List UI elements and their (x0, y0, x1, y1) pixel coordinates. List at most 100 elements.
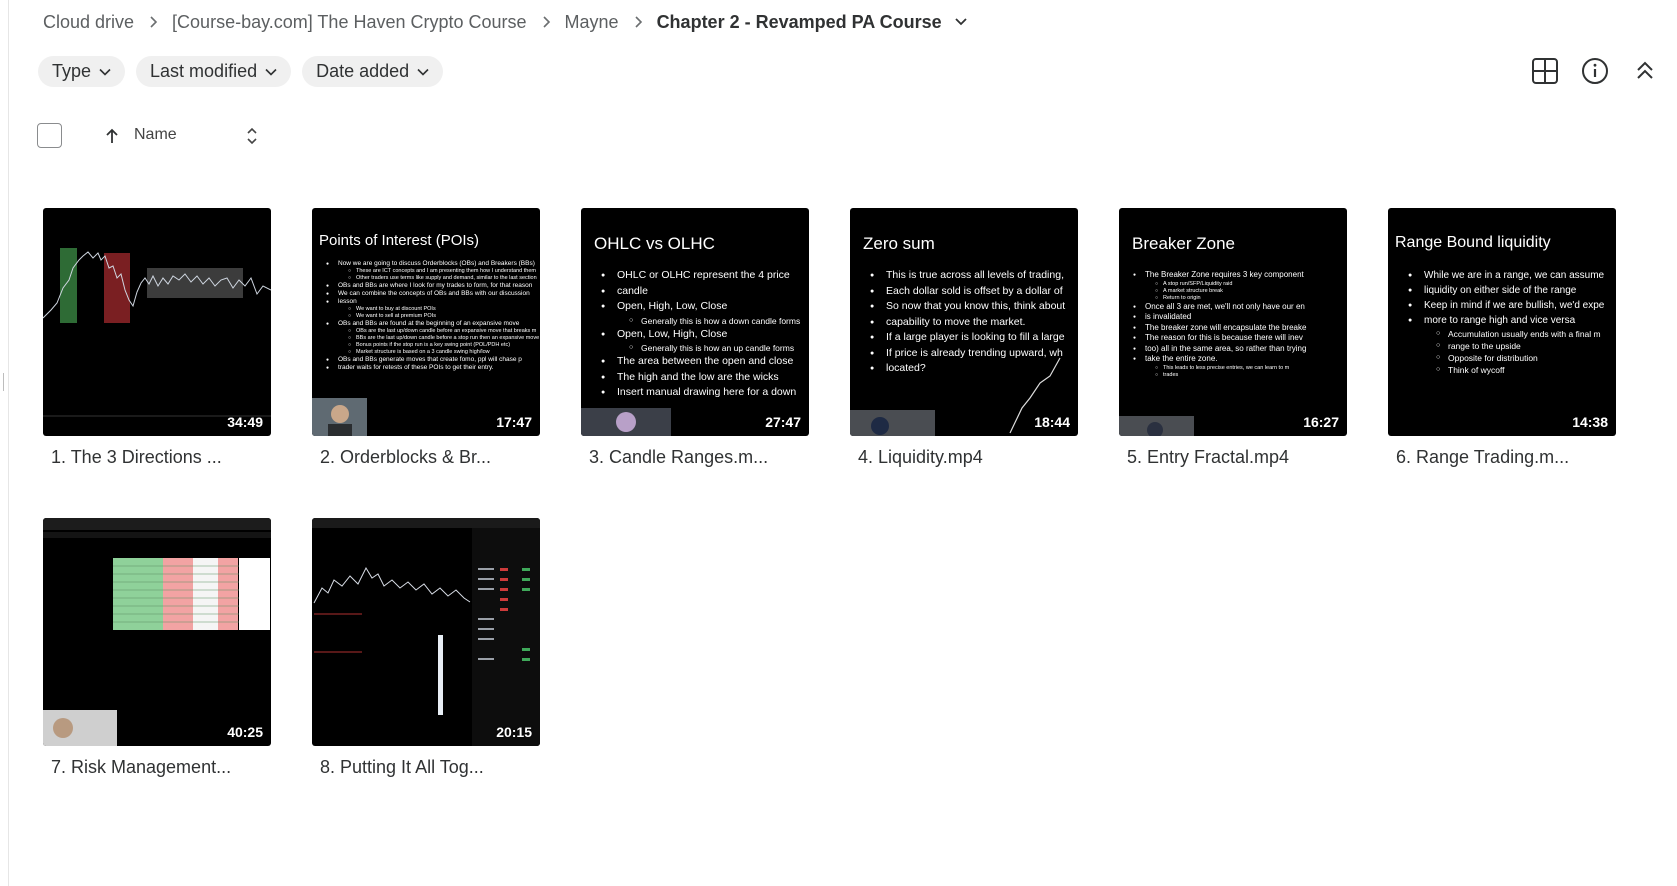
file-card[interactable]: 20:15 8. Putting It All Tog... (312, 518, 540, 778)
breadcrumb-mayne[interactable]: Mayne (565, 12, 619, 33)
slide-bullet: The reason for this is because there wil… (1127, 333, 1347, 344)
video-duration: 27:47 (765, 414, 801, 430)
file-name: 2. Orderblocks & Br... (320, 447, 492, 467)
slide-bullet: We want to sell at premium POIs (320, 313, 540, 320)
chart-preview-image (43, 248, 271, 417)
collapse-icon[interactable] (1628, 54, 1662, 88)
slide-bullet: The area between the open and close (595, 354, 809, 370)
slide-bullet: Open, High, Low, Close (595, 299, 809, 315)
slide-bullet: Now we are going to discuss Orderblocks … (320, 260, 540, 268)
panel-resize-handle[interactable] (3, 373, 4, 391)
video-duration: 40:25 (227, 724, 263, 740)
slide-bullet: A stop run/SFP/Liquidity raid (1127, 281, 1347, 288)
video-thumbnail: 40:25 (43, 518, 271, 746)
slide-bullet: OBs are the last up/down candle before a… (320, 328, 540, 335)
chevron-down-icon (265, 68, 277, 76)
slide-title: Points of Interest (POIs) (319, 232, 480, 249)
slide-bullet: Keep in mind if we are bullish, we'd exp… (1402, 298, 1616, 313)
slide-bullets: The Breaker Zone requires 3 key componen… (1127, 270, 1347, 379)
slide-bullet: Other traders use terms like supply and … (320, 275, 540, 282)
video-duration: 14:38 (1572, 414, 1608, 430)
slide-bullet: candle (595, 284, 809, 300)
slide-bullet: This leads to less precise entries, we c… (1127, 365, 1347, 372)
slide-bullet: Think of wycoff (1402, 364, 1616, 376)
slide-bullet: is invalidated (1127, 312, 1347, 323)
webcam-overlay (312, 398, 367, 436)
video-thumbnail: OHLC vs OLHC OHLC or OLHC represent the … (581, 208, 809, 436)
left-panel-border (8, 0, 9, 886)
video-thumbnail: 34:49 (43, 208, 271, 436)
line-drawing (1009, 357, 1061, 434)
slide-bullet: We can combine the concepts of OBs and B… (320, 290, 540, 298)
trading-chart-preview-image (312, 518, 540, 746)
slide-bullet: Market structure is based on a 3 candle … (320, 349, 540, 356)
slide-bullet: Insert manual drawing here for a down (595, 385, 809, 401)
filter-bar: Type Last modified Date added (38, 56, 444, 87)
chevron-right-icon (633, 15, 643, 29)
file-card[interactable]: Points of Interest (POIs) Now we are goi… (312, 208, 540, 468)
breadcrumb-course-folder[interactable]: [Course-bay.com] The Haven Crypto Course (172, 12, 526, 33)
slide-bullet: OBs and BBs are where I look for my trad… (320, 282, 540, 290)
slide-bullet: too) all in the same area, so rather tha… (1127, 344, 1347, 355)
spreadsheet-preview-image (43, 518, 271, 746)
filter-last-modified[interactable]: Last modified (136, 56, 292, 87)
select-all-checkbox[interactable] (37, 123, 62, 148)
file-card[interactable]: 34:49 1. The 3 Directions ... (43, 208, 271, 468)
slide-bullet: trader waits for retests of these POIs t… (320, 364, 540, 372)
file-card[interactable]: Range Bound liquidity While we are in a … (1388, 208, 1616, 468)
file-card[interactable]: OHLC vs OLHC OHLC or OLHC represent the … (581, 208, 809, 468)
breadcrumb: Cloud drive [Course-bay.com] The Haven C… (43, 8, 968, 36)
slide-bullet: OHLC or OLHC represent the 4 price (595, 268, 809, 284)
webcam-overlay (1119, 416, 1194, 436)
filter-date-added[interactable]: Date added (302, 56, 444, 87)
file-card[interactable]: 40:25 7. Risk Management... (43, 518, 271, 778)
webcam-overlay (581, 408, 671, 436)
name-column-header[interactable]: Name (134, 126, 177, 144)
slide-bullet: Generally this is how an up candle forms (595, 342, 809, 354)
chevron-right-icon (541, 15, 551, 29)
sort-toggle-icon[interactable] (246, 126, 258, 151)
slide-bullet: Open, Low, High, Close (595, 327, 809, 343)
slide-bullet: Bonus points if the stop run is a key sw… (320, 342, 540, 349)
video-thumbnail: Zero sum This is true across all levels … (850, 208, 1078, 436)
slide-bullets: While we are in a range, we can assumeli… (1402, 268, 1616, 376)
breadcrumb-current-folder[interactable]: Chapter 2 - Revamped PA Course (657, 12, 942, 33)
file-name: 3. Candle Ranges.m... (589, 447, 769, 467)
chevron-down-icon[interactable] (954, 17, 968, 27)
slide-bullet: OBs and BBs generate moves that create f… (320, 356, 540, 364)
video-thumbnail: Breaker Zone The Breaker Zone requires 3… (1119, 208, 1347, 436)
slide-bullet: liquidity on either side of the range (1402, 283, 1616, 298)
info-icon[interactable] (1578, 54, 1612, 88)
slide-bullet: Opposite for distribution (1402, 352, 1616, 364)
slide-bullet: OBs and BBs are found at the beginning o… (320, 320, 540, 328)
video-duration: 34:49 (227, 414, 263, 430)
filter-label: Date added (316, 61, 410, 81)
slide-title: Breaker Zone (1132, 234, 1235, 253)
sort-ascending-icon[interactable] (104, 127, 120, 150)
slide-bullet: Once all 3 are met, we'll not only have … (1127, 302, 1347, 313)
filter-label: Type (52, 61, 92, 81)
file-name: 8. Putting It All Tog... (320, 757, 484, 777)
chevron-down-icon (417, 68, 429, 76)
slide-title: Range Bound liquidity (1395, 234, 1551, 251)
filter-type[interactable]: Type (38, 56, 126, 87)
grid-view-icon[interactable] (1528, 54, 1562, 88)
slide-bullet: lesson (320, 298, 540, 306)
slide-bullet: While we are in a range, we can assume (1402, 268, 1616, 283)
slide-bullet: The high and the low are the wicks (595, 370, 809, 386)
slide-title: OHLC vs OLHC (594, 234, 715, 253)
slide-bullet: The Breaker Zone requires 3 key componen… (1127, 270, 1347, 281)
file-name: 7. Risk Management... (51, 757, 232, 777)
video-duration: 18:44 (1034, 414, 1070, 430)
file-card[interactable]: Breaker Zone The Breaker Zone requires 3… (1119, 208, 1347, 468)
breadcrumb-cloud-drive[interactable]: Cloud drive (43, 12, 134, 33)
slide-bullets: Now we are going to discuss Orderblocks … (320, 260, 540, 372)
file-name: 6. Range Trading.m... (1396, 447, 1570, 467)
file-card[interactable]: Zero sum This is true across all levels … (850, 208, 1078, 468)
filter-label: Last modified (150, 61, 258, 81)
video-duration: 20:15 (496, 724, 532, 740)
slide-bullet: BBs are the last up/down candle before a… (320, 335, 540, 342)
slide-bullet: Accumulation usually ends with a final m (1402, 328, 1616, 340)
slide-bullet: take the entire zone. (1127, 354, 1347, 365)
video-thumbnail: 20:15 (312, 518, 540, 746)
